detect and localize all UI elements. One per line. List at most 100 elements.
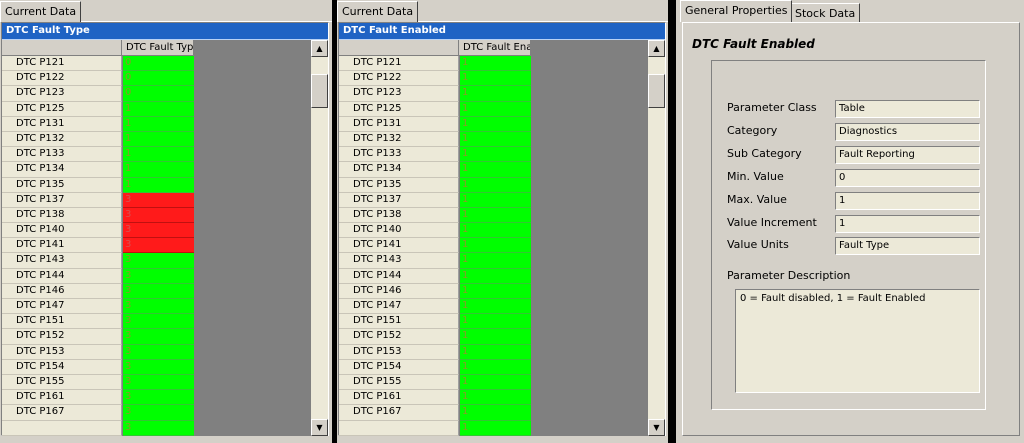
- value-cell[interactable]: 1: [460, 359, 531, 375]
- row-header-cell[interactable]: DTC P155: [2, 374, 122, 391]
- table-row[interactable]: DTC P140 3: [2, 223, 194, 239]
- value-cell[interactable]: 1: [460, 405, 531, 421]
- value-cell[interactable]: 3: [123, 207, 194, 224]
- row-header-cell[interactable]: DTC P144: [2, 268, 122, 284]
- row-header-cell[interactable]: DTC P135: [339, 177, 459, 193]
- value-cell[interactable]: 3: [123, 329, 194, 345]
- tab-current-data[interactable]: Current Data: [337, 1, 419, 22]
- value-cell[interactable]: 1: [460, 207, 531, 224]
- table-row[interactable]: DTC P125 1: [2, 101, 194, 117]
- table-row[interactable]: DTC P144 3: [2, 268, 194, 284]
- row-header-cell[interactable]: DTC P125: [339, 101, 459, 117]
- table-row[interactable]: DTC P155 1: [339, 374, 531, 391]
- value-cell[interactable]: 1: [460, 192, 531, 208]
- value-cell[interactable]: 1: [460, 71, 531, 87]
- table-row[interactable]: DTC P122 1: [339, 71, 531, 87]
- table-row[interactable]: DTC P131 1: [339, 116, 531, 132]
- scroll-down-arrow-icon[interactable]: ▼: [311, 419, 328, 436]
- row-header-cell[interactable]: DTC P141: [2, 238, 122, 254]
- table-row[interactable]: DTC P141 3: [2, 238, 194, 254]
- value-cell[interactable]: 1: [460, 329, 531, 345]
- row-header-cell[interactable]: DTC P121: [339, 56, 459, 72]
- value-cell[interactable]: 1: [460, 314, 531, 330]
- table-row[interactable]: DTC P137 1: [339, 192, 531, 208]
- value-cell[interactable]: 1: [460, 268, 531, 284]
- row-header-cell[interactable]: DTC P151: [2, 314, 122, 330]
- row-header-cell[interactable]: DTC P154: [2, 359, 122, 375]
- table-row[interactable]: DTC P141 1: [339, 238, 531, 254]
- table-row[interactable]: DTC P167 3: [2, 405, 194, 421]
- table-row[interactable]: DTC P152 1: [339, 329, 531, 345]
- row-header-cell[interactable]: DTC P123: [339, 86, 459, 102]
- row-header-cell[interactable]: DTC P161: [2, 390, 122, 406]
- value-cell[interactable]: 1: [123, 101, 194, 117]
- table-row[interactable]: DTC P154 1: [339, 359, 531, 375]
- value-cell[interactable]: 3: [123, 268, 194, 284]
- scroll-thumb[interactable]: [311, 74, 328, 108]
- table-row[interactable]: DTC P134 1: [2, 162, 194, 178]
- table-row[interactable]: DTC P143 1: [339, 253, 531, 269]
- row-header-cell[interactable]: DTC P132: [2, 131, 122, 148]
- table-row[interactable]: DTC P153 3: [2, 344, 194, 360]
- scroll-thumb[interactable]: [648, 74, 665, 108]
- table-row[interactable]: DTC P132 1: [339, 131, 531, 148]
- table-row[interactable]: DTC P122 0: [2, 71, 194, 87]
- table-row[interactable]: DTC P138 1: [339, 207, 531, 224]
- row-header-cell[interactable]: DTC P151: [339, 314, 459, 330]
- row-header-cell[interactable]: DTC P138: [339, 207, 459, 224]
- value-cell[interactable]: 3: [123, 283, 194, 299]
- row-header-cell[interactable]: DTC P153: [2, 344, 122, 360]
- value-cell[interactable]: 1: [460, 147, 531, 163]
- value-cell[interactable]: 3: [123, 374, 194, 391]
- row-header-cell[interactable]: DTC P122: [339, 71, 459, 87]
- value-cell[interactable]: 1: [123, 162, 194, 178]
- row-header-cell[interactable]: [2, 420, 122, 436]
- table-row[interactable]: DTC P132 1: [2, 131, 194, 148]
- row-header-cell[interactable]: DTC P152: [2, 329, 122, 345]
- value-cell[interactable]: 1: [460, 283, 531, 299]
- value-cell[interactable]: 1: [460, 131, 531, 148]
- table-row[interactable]: DTC P153 1: [339, 344, 531, 360]
- row-header-cell[interactable]: DTC P152: [339, 329, 459, 345]
- row-header-cell[interactable]: DTC P137: [339, 192, 459, 208]
- row-header-cell[interactable]: DTC P134: [339, 162, 459, 178]
- value-cell[interactable]: 1: [460, 238, 531, 254]
- value-cell[interactable]: 0: [123, 71, 194, 87]
- row-header-cell[interactable]: DTC P146: [2, 283, 122, 299]
- row-header-cell[interactable]: DTC P122: [2, 71, 122, 87]
- table-row[interactable]: DTC P151 1: [339, 314, 531, 330]
- value-cell[interactable]: 1: [460, 223, 531, 239]
- value-cell[interactable]: 3: [123, 223, 194, 239]
- value-cell[interactable]: 3: [123, 314, 194, 330]
- value-cell[interactable]: 3: [123, 192, 194, 208]
- table-row[interactable]: DTC P161 3: [2, 390, 194, 406]
- value-cell[interactable]: 1: [460, 116, 531, 132]
- table-row[interactable]: DTC P147 1: [339, 299, 531, 315]
- scroll-up-arrow-icon[interactable]: ▲: [311, 40, 328, 57]
- table-row[interactable]: DTC P123 1: [339, 86, 531, 102]
- vertical-scrollbar[interactable]: ▲ ▼: [648, 40, 665, 436]
- row-header-cell[interactable]: DTC P147: [2, 299, 122, 315]
- value-cell[interactable]: 1: [460, 101, 531, 117]
- vertical-scrollbar[interactable]: ▲ ▼: [311, 40, 328, 436]
- table-row[interactable]: DTC P143 3: [2, 253, 194, 269]
- table-row[interactable]: DTC P135 1: [339, 177, 531, 193]
- row-header-cell[interactable]: DTC P132: [339, 131, 459, 148]
- row-header-cell[interactable]: DTC P141: [339, 238, 459, 254]
- value-cell[interactable]: 1: [460, 177, 531, 193]
- row-header-cell[interactable]: DTC P125: [2, 101, 122, 117]
- row-header-cell[interactable]: DTC P143: [339, 253, 459, 269]
- value-cell[interactable]: 3: [123, 405, 194, 421]
- table-row[interactable]: DTC P121 0: [2, 56, 194, 72]
- row-header-cell[interactable]: DTC P140: [2, 223, 122, 239]
- value-cell[interactable]: 1: [123, 116, 194, 132]
- row-header-cell[interactable]: DTC P154: [339, 359, 459, 375]
- column-header[interactable]: DTC Fault Type: [123, 40, 194, 56]
- value-cell[interactable]: 1: [460, 344, 531, 360]
- table-row[interactable]: DTC P133 1: [2, 147, 194, 163]
- value-cell[interactable]: 3: [123, 420, 194, 436]
- value-cell[interactable]: 1: [123, 147, 194, 163]
- value-cell[interactable]: 1: [460, 390, 531, 406]
- row-header-cell[interactable]: DTC P133: [339, 147, 459, 163]
- row-header-cell[interactable]: DTC P133: [2, 147, 122, 163]
